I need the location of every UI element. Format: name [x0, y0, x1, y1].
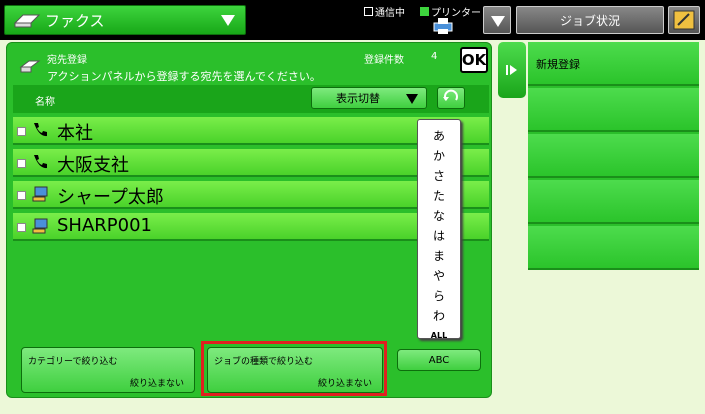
kana-index-item[interactable]: や: [433, 266, 445, 286]
row-checkbox[interactable]: [17, 191, 26, 200]
count-label: 登録件数: [364, 55, 404, 66]
row-checkbox[interactable]: [17, 127, 26, 136]
category-filter-button[interactable]: カテゴリーで絞り込む 絞り込まない: [21, 347, 195, 393]
view-switch-select[interactable]: 表示切替: [311, 87, 427, 109]
phone-icon: [34, 155, 47, 169]
ok-button[interactable]: OK: [460, 47, 488, 73]
play-arrow-icon: [506, 65, 517, 75]
fax-icon: [13, 14, 41, 28]
address-book-icon: [19, 60, 41, 73]
count-value: 4: [431, 51, 438, 62]
highlight-frame: [201, 341, 387, 396]
chevron-down-icon: [221, 15, 235, 26]
status-dropdown-button[interactable]: [483, 6, 511, 34]
new-register-button[interactable]: 新規登録: [528, 42, 699, 86]
main-area: 宛先登録 アクションパネルから登録する宛先を選んでください。 登録件数 4 OK…: [0, 40, 705, 414]
computer-icon: [32, 218, 48, 234]
row-name: 大阪支社: [57, 155, 129, 176]
undo-button[interactable]: [437, 87, 465, 109]
action-panel-slot: [528, 88, 699, 132]
job-status-button[interactable]: ジョブ状況: [516, 6, 664, 34]
phone-icon: [34, 123, 47, 137]
action-panel-slot: [528, 226, 699, 270]
address-register-panel: 宛先登録 アクションパネルから登録する宛先を選んでください。 登録件数 4 OK…: [6, 42, 492, 398]
column-header: 名称 表示切替: [13, 85, 489, 113]
action-panel-tab[interactable]: [498, 42, 526, 98]
printer-indicator-icon: [420, 7, 429, 16]
kana-index-item[interactable]: あ: [433, 126, 445, 146]
kana-index: あ か さ た な は ま や ら わ ALL: [417, 119, 461, 340]
row-name: シャープ太郎: [57, 187, 164, 208]
action-panel-slot: [528, 134, 699, 178]
row-checkbox[interactable]: [17, 223, 26, 232]
mode-select[interactable]: ファクス: [4, 5, 246, 35]
mode-label: ファクス: [45, 11, 105, 30]
action-panel: 新規登録: [528, 42, 699, 270]
undo-icon: [443, 89, 458, 101]
printer-icon: [433, 18, 453, 34]
help-button[interactable]: [668, 6, 700, 34]
row-name: SHARP001: [57, 215, 152, 236]
panel-subtitle: アクションパネルから登録する宛先を選んでください。: [47, 70, 321, 83]
action-panel-slot: [528, 180, 699, 224]
status-comm: 通信中: [364, 4, 405, 19]
kana-index-item[interactable]: か: [433, 146, 445, 166]
kana-index-all[interactable]: ALL: [431, 326, 447, 346]
row-checkbox[interactable]: [17, 159, 26, 168]
kana-index-item[interactable]: ま: [433, 246, 445, 266]
top-bar: ファクス 通信中 プリンター ジョブ状況: [0, 0, 705, 40]
kana-index-item[interactable]: ら: [433, 286, 445, 306]
name-column-label: 名称: [35, 97, 55, 108]
panel-title: 宛先登録: [47, 55, 87, 66]
kana-index-item[interactable]: さ: [433, 166, 445, 186]
computer-icon: [32, 186, 48, 202]
help-icon: [673, 10, 695, 30]
abc-button[interactable]: ABC: [397, 349, 481, 371]
kana-index-item[interactable]: た: [433, 186, 445, 206]
row-name: 本社: [57, 123, 93, 144]
comm-indicator-icon: [364, 7, 373, 16]
kana-index-item[interactable]: わ: [433, 306, 445, 326]
kana-index-item[interactable]: な: [433, 206, 445, 226]
kana-index-item[interactable]: は: [433, 226, 445, 246]
chevron-down-icon: [406, 94, 418, 104]
